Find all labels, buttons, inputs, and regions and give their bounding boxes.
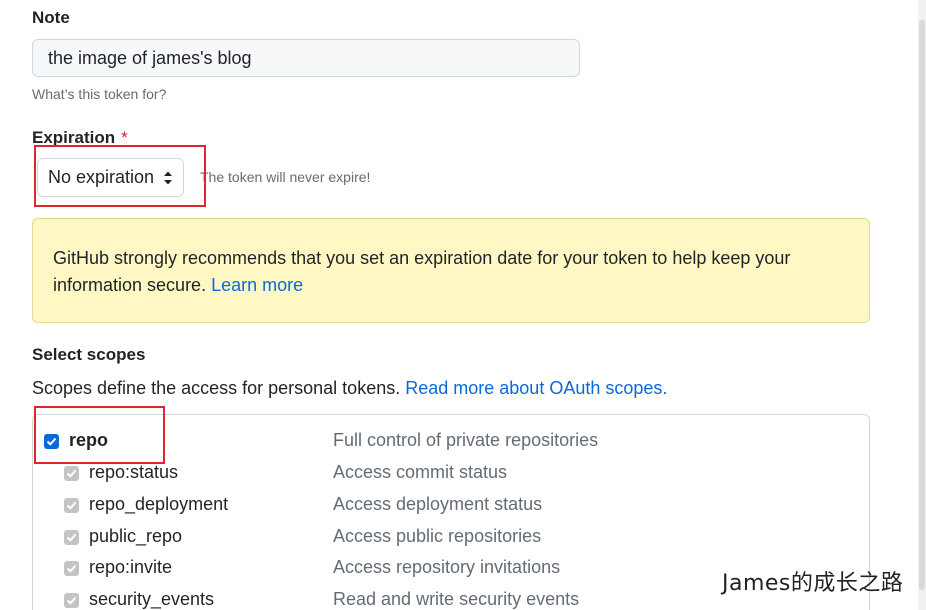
scope-name: public_repo — [89, 526, 183, 546]
note-label: Note — [32, 8, 70, 27]
scope-description: Access public repositories — [333, 526, 542, 546]
scopes-description-text: Scopes define the access for personal to… — [32, 378, 401, 398]
select-caret-icon — [164, 171, 172, 185]
expiration-warning-banner: GitHub strongly recommends that you set … — [32, 218, 870, 323]
scope-row-public-repo: public_repo Access public repositories — [33, 523, 869, 553]
scope-name: repo:invite — [89, 557, 173, 577]
check-icon — [66, 564, 77, 573]
check-icon — [66, 501, 77, 510]
note-input[interactable] — [32, 39, 580, 77]
expiration-help-text: The token will never expire! — [200, 169, 371, 185]
scope-checkbox-repo-deployment[interactable] — [64, 498, 79, 513]
scrollbar-thumb[interactable] — [919, 20, 925, 590]
expiration-select-value: No expiration — [48, 167, 155, 187]
scope-name: repo_deployment — [89, 494, 229, 514]
scope-description: Access commit status — [333, 462, 508, 482]
watermark: James的成长之路 — [722, 571, 904, 596]
check-icon — [66, 533, 77, 542]
expiration-label-text: Expiration — [32, 128, 116, 147]
note-help-text: What’s this token for? — [32, 86, 167, 102]
scope-checkbox-repo-invite[interactable] — [64, 561, 79, 576]
scope-name: security_events — [89, 589, 215, 609]
scrollbar[interactable] — [918, 0, 926, 610]
scope-checkbox-public-repo[interactable] — [64, 530, 79, 545]
scope-checkbox-security-events[interactable] — [64, 593, 79, 608]
required-asterisk: * — [121, 128, 128, 147]
select-scopes-title: Select scopes — [32, 345, 146, 364]
warning-text: GitHub strongly recommends that you set … — [53, 248, 791, 295]
scope-name: repo:status — [89, 462, 179, 482]
expiration-select[interactable]: No expiration — [37, 158, 184, 197]
expiration-label: Expiration * — [32, 128, 128, 148]
scope-name: repo — [69, 430, 109, 450]
scope-description: Access repository invitations — [333, 557, 561, 577]
scope-row-repo-status: repo:status Access commit status — [33, 459, 869, 489]
scope-description: Full control of private repositories — [333, 430, 599, 450]
scope-description: Read and write security events — [333, 589, 580, 609]
scope-checkbox-repo-status[interactable] — [64, 466, 79, 481]
scope-checkbox-repo[interactable] — [44, 434, 59, 449]
oauth-scopes-link[interactable]: Read more about OAuth scopes. — [405, 378, 667, 398]
check-icon — [46, 437, 57, 446]
learn-more-link[interactable]: Learn more — [211, 275, 303, 295]
scope-row-repo-deployment: repo_deployment Access deployment status — [33, 491, 869, 521]
check-icon — [66, 596, 77, 605]
scope-row-repo: repo Full control of private repositorie… — [33, 427, 869, 457]
scopes-description: Scopes define the access for personal to… — [32, 378, 667, 399]
check-icon — [66, 469, 77, 478]
scope-description: Access deployment status — [333, 494, 543, 514]
